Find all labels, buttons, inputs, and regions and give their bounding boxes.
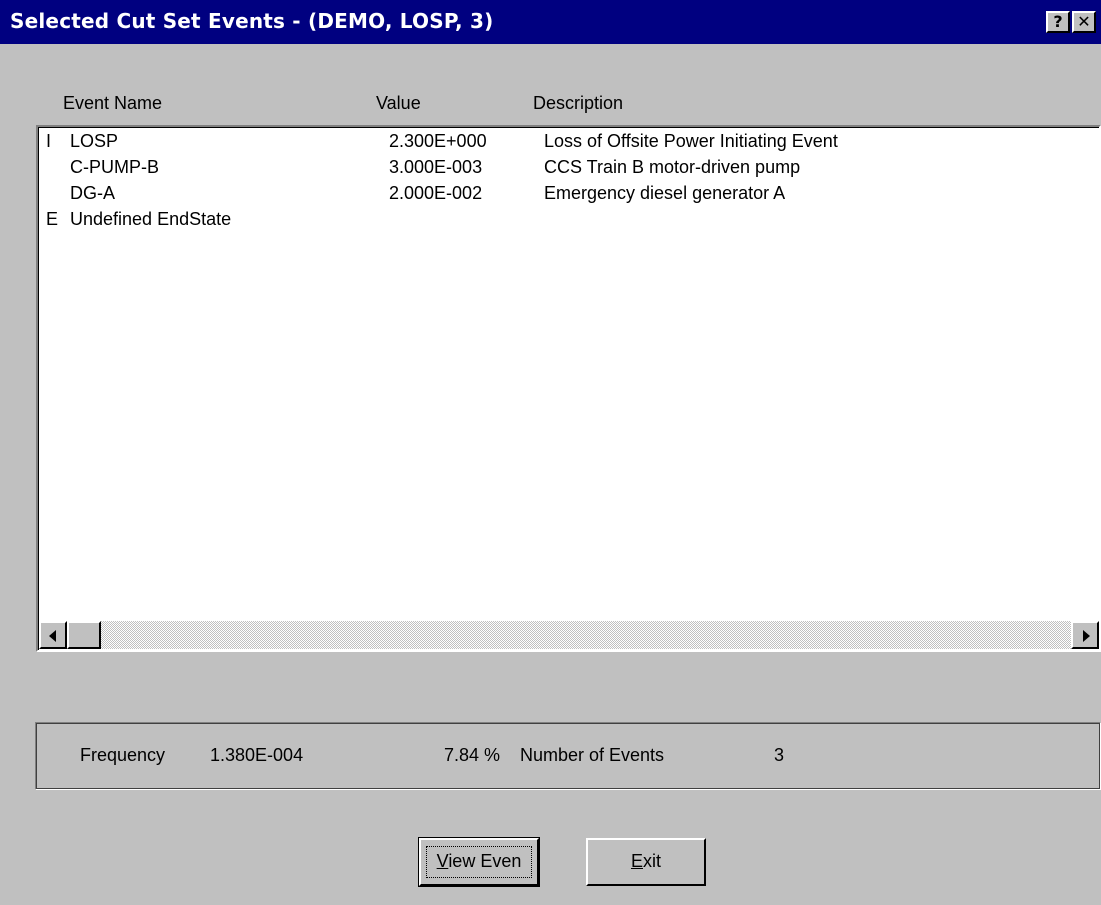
list-item[interactable]: E Undefined EndState <box>39 209 1099 235</box>
scroll-right-button[interactable] <box>1071 621 1099 649</box>
arrow-left-icon <box>49 630 56 642</box>
percent-value: 7.84 % <box>444 745 501 765</box>
number-of-events-label: Number of Events <box>520 745 665 765</box>
list-item[interactable]: C-PUMP-B 3.000E-003 CCS Train B motor-dr… <box>39 157 1099 183</box>
summary-panel: Frequency 1.380E-004 7.84 % Number of Ev… <box>35 722 1101 790</box>
event-flag: I <box>46 131 52 151</box>
event-description: CCS Train B motor-driven pump <box>544 157 801 177</box>
column-header-event-name: Event Name <box>63 93 163 113</box>
scroll-left-button[interactable] <box>39 621 67 649</box>
column-header-description: Description <box>533 93 624 113</box>
exit-button[interactable]: Exit <box>586 838 706 886</box>
column-header-value: Value <box>376 93 421 113</box>
frequency-value: 1.380E-004 <box>210 745 304 765</box>
window-title: Selected Cut Set Events - (DEMO, LOSP, 3… <box>10 9 494 33</box>
event-name: Undefined EndState <box>70 209 232 229</box>
event-value: 2.000E-002 <box>389 183 483 203</box>
title-bar: Selected Cut Set Events - (DEMO, LOSP, 3… <box>0 0 1101 44</box>
event-name: C-PUMP-B <box>70 157 159 177</box>
event-description: Emergency diesel generator A <box>544 183 786 203</box>
events-listbox[interactable]: I LOSP 2.300E+000 Loss of Offsite Power … <box>36 125 1101 652</box>
events-list: I LOSP 2.300E+000 Loss of Offsite Power … <box>38 127 1099 650</box>
horizontal-scrollbar[interactable] <box>39 621 1099 649</box>
event-name: DG-A <box>70 183 115 203</box>
event-value: 2.300E+000 <box>389 131 487 151</box>
view-event-button[interactable]: View Even <box>418 837 540 887</box>
event-name: LOSP <box>70 131 119 151</box>
exit-label: xit <box>643 851 661 871</box>
frequency-label: Frequency <box>80 745 166 765</box>
list-item[interactable]: I LOSP 2.300E+000 Loss of Offsite Power … <box>39 131 1099 157</box>
focus-rectangle <box>426 846 532 878</box>
number-of-events-value: 3 <box>774 745 785 765</box>
scrollbar-thumb[interactable] <box>67 621 101 649</box>
event-flag: E <box>46 209 59 229</box>
event-description: Loss of Offsite Power Initiating Event <box>544 131 838 151</box>
arrow-right-icon <box>1083 630 1090 642</box>
list-item[interactable]: DG-A 2.000E-002 Emergency diesel generat… <box>39 183 1099 209</box>
close-button[interactable]: ✕ <box>1072 11 1096 33</box>
event-value: 3.000E-003 <box>389 157 483 177</box>
exit-mnemonic: E <box>630 851 643 871</box>
help-button[interactable]: ? <box>1046 11 1070 33</box>
